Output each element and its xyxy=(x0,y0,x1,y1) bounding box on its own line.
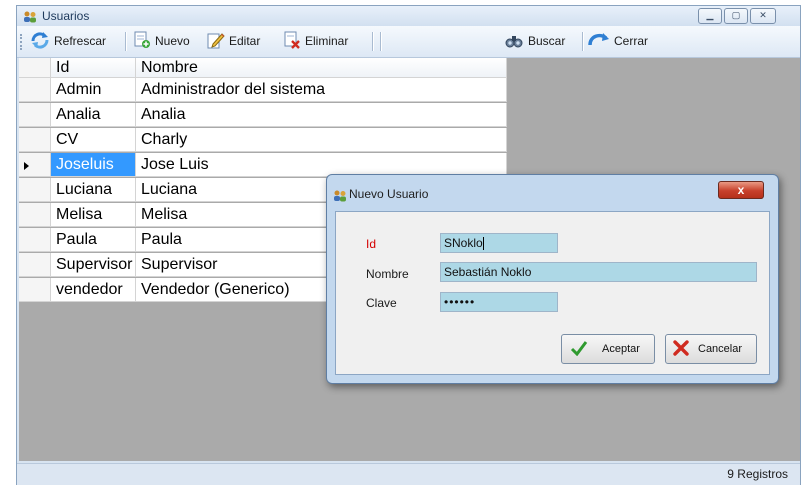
edit-label: Editar xyxy=(229,34,261,48)
new-button[interactable]: Nuevo xyxy=(133,30,190,52)
row-header[interactable] xyxy=(19,278,51,302)
cell-id[interactable]: Admin xyxy=(51,78,136,102)
close-button[interactable]: ✕ xyxy=(750,8,776,24)
new-label: Nuevo xyxy=(155,34,190,48)
cell-id[interactable]: Analia xyxy=(51,103,136,127)
cancel-x-icon xyxy=(672,339,690,359)
row-header[interactable] xyxy=(19,203,51,227)
table-row[interactable]: CV Charly xyxy=(19,128,507,152)
minimize-icon: ▁ xyxy=(706,10,714,20)
title-bar[interactable]: Usuarios ▁ ▢ ✕ xyxy=(17,6,800,26)
row-header[interactable] xyxy=(19,103,51,127)
cell-id[interactable]: Supervisor xyxy=(51,253,136,277)
cancel-button[interactable]: Cancelar xyxy=(665,334,757,364)
cell-id[interactable]: CV xyxy=(51,128,136,152)
row-header[interactable] xyxy=(19,178,51,202)
cell-id[interactable]: vendedor xyxy=(51,278,136,302)
row-header-corner xyxy=(19,58,51,78)
refresh-button[interactable]: Refrescar xyxy=(30,30,106,52)
cell-nombre[interactable]: Analia xyxy=(136,103,507,127)
toolbar-separator xyxy=(582,32,584,51)
cell-id[interactable]: Melisa xyxy=(51,203,136,227)
search-button[interactable]: Buscar xyxy=(504,30,565,52)
table-row[interactable]: Analia Analia xyxy=(19,103,507,127)
cell-id[interactable]: Joseluis xyxy=(51,153,136,177)
cell-nombre[interactable]: Administrador del sistema xyxy=(136,78,507,102)
binoculars-icon xyxy=(504,31,524,52)
close-label: Cerrar xyxy=(614,34,649,48)
window-title: Usuarios xyxy=(42,9,90,23)
grid-header: Id Nombre xyxy=(19,58,507,78)
name-field[interactable]: Sebastián Noklo xyxy=(440,262,757,282)
accept-button[interactable]: Aceptar xyxy=(561,334,655,364)
current-row-indicator-icon xyxy=(24,162,29,170)
text-cursor xyxy=(482,237,484,251)
accept-label: Aceptar xyxy=(602,343,640,355)
edit-button[interactable]: Editar xyxy=(207,30,260,52)
check-icon xyxy=(570,340,588,359)
cell-id[interactable]: Luciana xyxy=(51,178,136,202)
minimize-button[interactable]: ▁ xyxy=(698,8,722,24)
refresh-label: Refrescar xyxy=(54,34,107,48)
table-row[interactable]: Admin Administrador del sistema xyxy=(19,78,507,102)
name-field-value: Sebastián Noklo xyxy=(444,265,532,279)
new-user-dialog: Nuevo Usuario x Id SNoklo Nombre Sebasti… xyxy=(326,174,779,384)
toolbar-separator xyxy=(380,32,382,51)
row-header[interactable] xyxy=(19,78,51,102)
users-icon xyxy=(333,189,347,207)
status-bar: 9 Registros xyxy=(17,463,800,485)
toolbar: Refrescar Nuevo Editar Eliminar Buscar C… xyxy=(17,26,800,58)
name-label: Nombre xyxy=(366,267,409,281)
column-header-nombre[interactable]: Nombre xyxy=(136,58,507,78)
edit-pencil-icon xyxy=(207,31,225,52)
cancel-label: Cancelar xyxy=(698,343,743,355)
delete-icon xyxy=(283,31,301,52)
password-field[interactable]: •••••• xyxy=(440,292,558,312)
dialog-title: Nuevo Usuario xyxy=(349,187,429,201)
delete-button[interactable]: Eliminar xyxy=(283,30,348,52)
close-icon: x xyxy=(737,183,745,197)
password-field-value: •••••• xyxy=(444,295,476,309)
maximize-button[interactable]: ▢ xyxy=(724,8,748,24)
refresh-icon xyxy=(30,31,50,52)
record-count: 9 Registros xyxy=(727,467,788,481)
close-icon: ✕ xyxy=(759,10,767,20)
row-header[interactable] xyxy=(19,153,51,177)
id-field[interactable]: SNoklo xyxy=(440,233,558,253)
toolbar-separator xyxy=(125,32,127,51)
cell-id[interactable]: Paula xyxy=(51,228,136,252)
password-label: Clave xyxy=(366,296,397,310)
dialog-close-button[interactable]: x xyxy=(718,181,764,199)
id-field-value: SNoklo xyxy=(444,236,483,250)
column-header-id[interactable]: Id xyxy=(51,58,136,78)
new-document-icon xyxy=(133,31,151,52)
id-label: Id xyxy=(366,237,377,251)
search-label: Buscar xyxy=(528,34,566,48)
delete-label: Eliminar xyxy=(305,34,349,48)
cell-nombre[interactable]: Charly xyxy=(136,128,507,152)
row-header[interactable] xyxy=(19,128,51,152)
toolbar-separator xyxy=(372,32,374,51)
row-header[interactable] xyxy=(19,228,51,252)
dialog-body: Id SNoklo Nombre Sebastián Noklo Clave •… xyxy=(335,211,770,375)
toolbar-grip[interactable] xyxy=(20,34,25,50)
close-arrow-icon xyxy=(588,31,610,52)
row-header[interactable] xyxy=(19,253,51,277)
maximize-icon: ▢ xyxy=(731,10,741,20)
close-window-button[interactable]: Cerrar xyxy=(588,30,648,52)
